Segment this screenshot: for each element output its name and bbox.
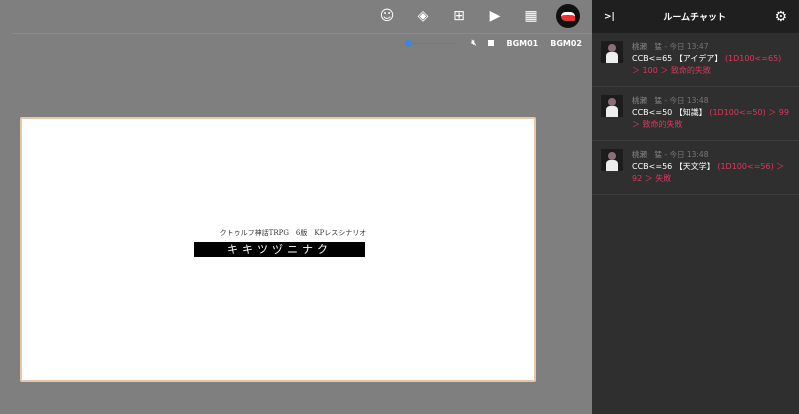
gear-icon[interactable]: ⚙ [774,9,787,25]
room-chat-panel: >| ルームチャット ⚙ 桃瀬 猛 - 今日 13:47 CCB<=65 【アイ… [592,0,799,414]
command-text: CCB<=56 【天文学】 [632,162,715,171]
face-icon[interactable]: ☺ [376,5,398,27]
bgm-track-1[interactable]: BGM01 [506,39,538,48]
chat-title: ルームチャット [663,13,726,23]
divider [12,33,592,34]
timestamp: - 今日 13:48 [664,150,709,159]
scenario-subtitle: クトゥルフ神話TRPG 6版 KPレスシナリオ [219,229,367,237]
toolbar: ☺ ◈ ⊞ ▶ ▦ [376,4,580,28]
sender-name: 桃瀬 猛 [632,150,662,159]
avatar [601,149,623,171]
timestamp: - 今日 13:48 [664,96,709,105]
sender-name: 桃瀬 猛 [632,96,662,105]
scenario-title: キキツヅニナク [194,242,365,257]
timestamp: - 今日 13:47 [664,42,709,51]
bgm-track-2[interactable]: BGM02 [550,39,582,48]
avatar [601,41,623,63]
collapse-button[interactable]: >| [604,12,615,22]
avatar [601,95,623,117]
message-list: 桃瀬 猛 - 今日 13:47 CCB<=65 【アイデア】 (1D100<=6… [592,33,799,195]
mute-icon[interactable]: 🔇︎ [471,38,476,48]
user-avatar-button[interactable] [556,4,580,28]
command-text: CCB<=50 【知識】 [632,108,707,117]
bgm-controls: 🔇︎ BGM01 BGM02 [405,38,582,48]
sender-name: 桃瀬 猛 [632,42,662,51]
chat-message: 桃瀬 猛 - 今日 13:48 CCB<=56 【天文学】 (1D100<=56… [592,141,799,195]
chat-message: 桃瀬 猛 - 今日 13:48 CCB<=50 【知識】 (1D100<=50)… [592,87,799,141]
main-board: ☺ ◈ ⊞ ▶ ▦ 🔇︎ BGM01 BGM02 クトゥルフ神話TRPG 6版 … [0,0,592,414]
chat-message: 桃瀬 猛 - 今日 13:47 CCB<=65 【アイデア】 (1D100<=6… [592,33,799,87]
stop-icon[interactable] [488,40,495,46]
volume-slider[interactable] [405,38,456,48]
add-comment-icon[interactable]: ⊞ [448,5,470,27]
command-text: CCB<=65 【アイデア】 [632,54,723,63]
logo-icon [561,11,575,21]
screen-icon[interactable]: ▶ [484,5,506,27]
chat-header: >| ルームチャット ⚙ [592,0,799,33]
scenario-card[interactable]: クトゥルフ神話TRPG 6版 KPレスシナリオ キキツヅニナク [20,117,536,382]
layers-icon[interactable]: ◈ [412,5,434,27]
scene-icon[interactable]: ▦ [520,5,542,27]
